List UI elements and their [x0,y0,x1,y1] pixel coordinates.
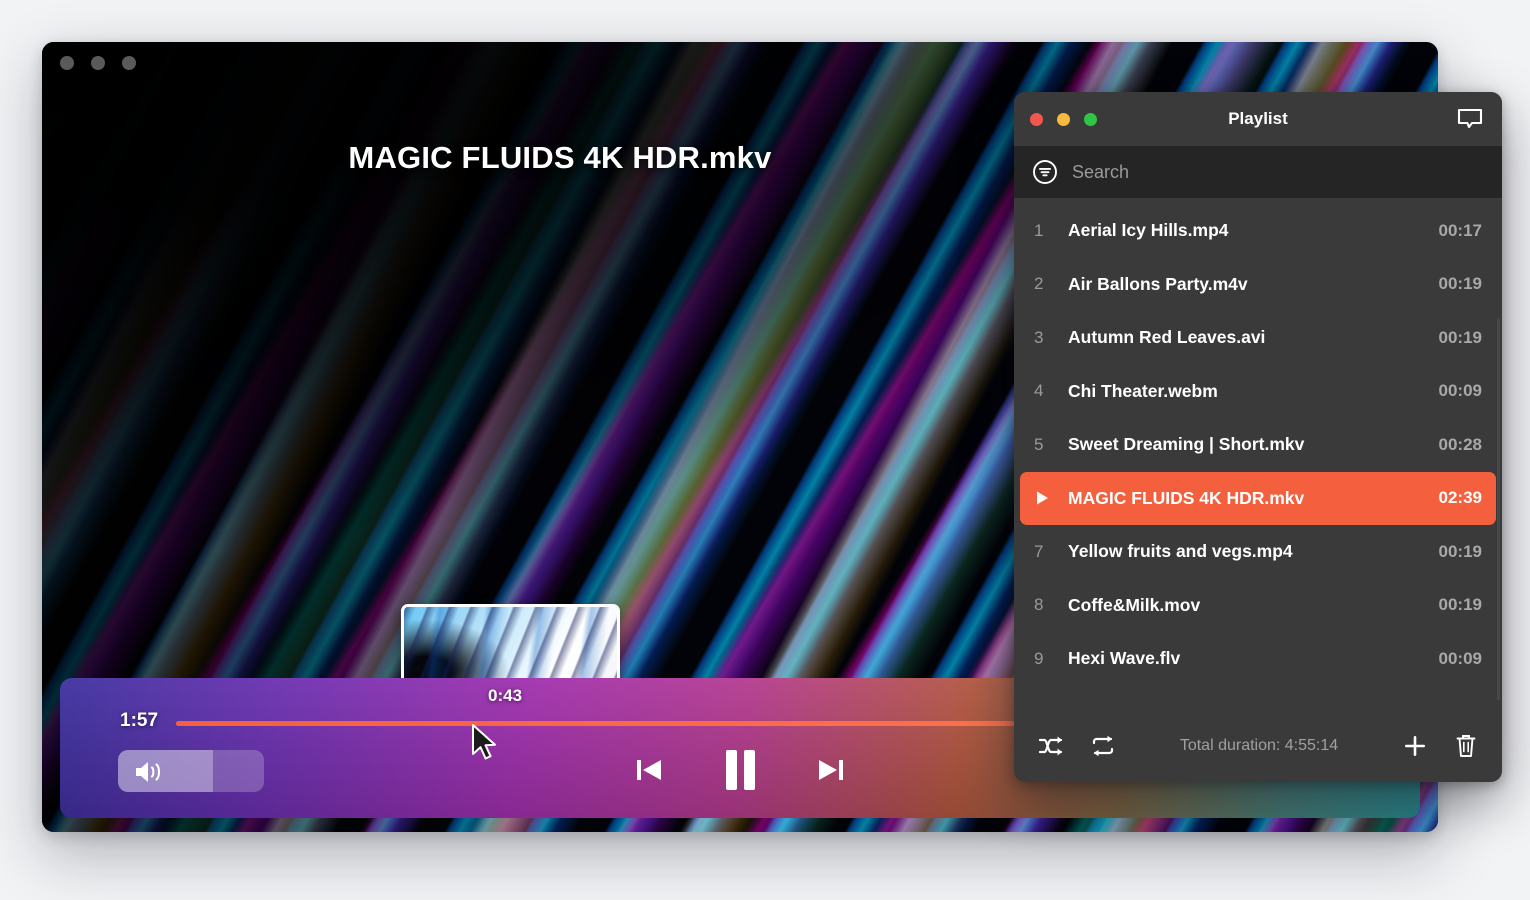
shuffle-icon [1038,736,1063,756]
row-duration: 00:19 [1438,595,1482,615]
previous-button[interactable] [628,749,670,791]
row-title: MAGIC FLUIDS 4K HDR.mkv [1068,487,1305,508]
previous-track-icon [637,760,661,780]
row-duration: 02:39 [1438,488,1482,508]
playlist-row[interactable]: 7 Yellow fruits and vegs.mp4 00:19 [1020,525,1496,579]
row-duration: 00:28 [1438,434,1482,454]
row-duration: 00:19 [1438,327,1482,347]
repeat-button[interactable] [1088,733,1118,759]
close-button[interactable] [60,56,74,70]
row-index: 2 [1034,274,1044,294]
seek-hover-tooltip: 0:43 [488,686,523,705]
playlist-row[interactable]: 4 Chi Theater.webm 00:09 [1020,365,1496,419]
row-duration: 00:19 [1438,541,1482,561]
next-track-icon [819,760,843,780]
row-title: Chi Theater.webm [1068,380,1218,401]
plus-icon [1405,736,1425,756]
row-title: Sweet Dreaming | Short.mkv [1068,434,1305,455]
playlist-row[interactable]: 10 Drone footage.mp4 00:40 [1020,686,1496,701]
search-input[interactable] [1072,161,1484,183]
next-button[interactable] [810,749,852,791]
row-duration: 00:19 [1438,274,1482,294]
minimize-button[interactable] [1057,112,1070,126]
playlist-row[interactable]: 8 Coffe&Milk.mov 00:19 [1020,579,1496,633]
playlist-footer: Total duration: 4:55:14 [1014,710,1502,782]
playlist-titlebar: Playlist [1014,92,1502,146]
repeat-icon [1092,735,1114,757]
row-title: Yellow fruits and vegs.mp4 [1068,541,1293,562]
row-title: Air Ballons Party.m4v [1068,273,1248,294]
subtitle-button[interactable] [1456,107,1484,131]
maximize-button[interactable] [122,56,136,70]
row-index: 9 [1034,648,1044,668]
pause-icon [726,750,755,790]
speech-bubble-icon [1457,108,1483,129]
playlist-window: Playlist 1 Aerial Icy Hills.mp4 00:17 [1014,92,1502,782]
row-duration: 00:09 [1438,648,1482,668]
minimize-button[interactable] [91,56,105,70]
playlist-row[interactable]: 9 Hexi Wave.flv 00:09 [1020,632,1496,686]
filter-circle-icon[interactable] [1032,159,1058,185]
playlist-row[interactable]: 1 Aerial Icy Hills.mp4 00:17 [1020,204,1496,258]
row-duration: 00:17 [1438,220,1482,240]
add-button[interactable] [1400,731,1430,761]
screen: MAGIC FLUIDS 4K HDR.mkv 0:43 1:57 Playli… [0,0,1530,900]
player-window-controls[interactable] [60,56,136,70]
shuffle-button[interactable] [1036,733,1066,759]
row-title: Autumn Red Leaves.avi [1068,327,1266,348]
delete-button[interactable] [1452,731,1480,761]
playlist-row[interactable]: 2 Air Ballons Party.m4v 00:19 [1020,258,1496,312]
row-index: 7 [1034,541,1044,561]
playlist-window-controls[interactable] [1030,112,1097,126]
row-index: 8 [1034,595,1044,615]
row-index: 3 [1034,327,1044,347]
playlist-search-bar[interactable] [1014,146,1502,198]
playlist-row[interactable]: 5 Sweet Dreaming | Short.mkv 00:28 [1020,418,1496,472]
elapsed-time-label: 1:57 [120,710,159,731]
row-title: Aerial Icy Hills.mp4 [1068,220,1229,241]
playlist-scrollbar[interactable] [1497,318,1500,700]
row-duration: 00:09 [1438,381,1482,401]
close-button[interactable] [1030,112,1043,126]
playlist-items[interactable]: 1 Aerial Icy Hills.mp4 00:17 2 Air Ballo… [1014,198,1502,700]
row-index: 4 [1034,381,1044,401]
playlist-row[interactable]: 3 Autumn Red Leaves.avi 00:19 [1020,311,1496,365]
row-index: 5 [1034,434,1044,454]
row-index [1034,490,1068,506]
row-title: Hexi Wave.flv [1068,648,1181,669]
row-index: 1 [1034,220,1044,240]
total-duration-label: Total duration: 4:55:14 [1179,737,1339,754]
playlist-row-active[interactable]: MAGIC FLUIDS 4K HDR.mkv 02:39 [1020,471,1496,525]
pause-button[interactable] [716,744,764,796]
mouse-cursor [472,724,496,760]
row-title: Coffe&Milk.mov [1068,594,1201,615]
now-playing-icon [1037,491,1048,505]
trash-icon [1456,735,1476,757]
maximize-button[interactable] [1084,112,1097,126]
